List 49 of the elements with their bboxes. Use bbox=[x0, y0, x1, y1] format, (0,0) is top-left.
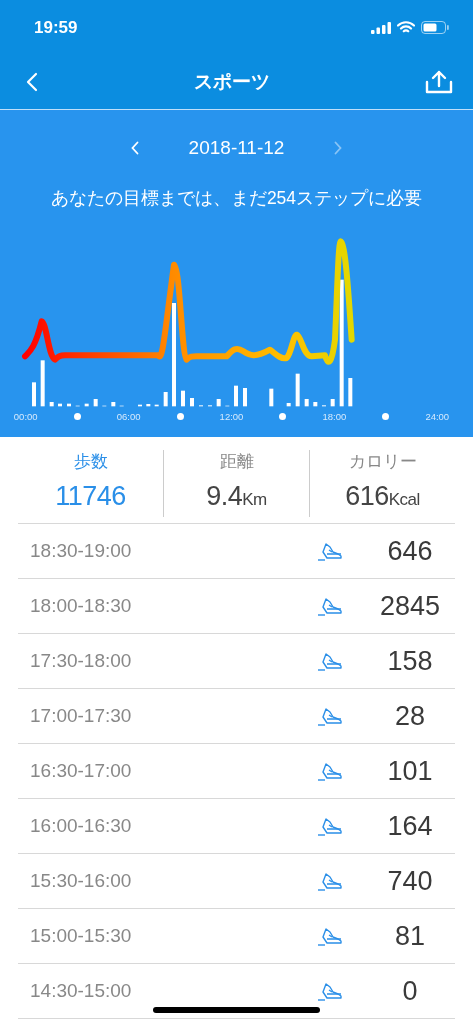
shoe-icon bbox=[317, 541, 343, 561]
goal-message: あなたの目標までは、まだ254ステップに必要 bbox=[50, 187, 423, 210]
step-count: 101 bbox=[386, 755, 434, 787]
time-range: 18:30-19:00 bbox=[29, 540, 133, 562]
step-count: 158 bbox=[386, 645, 434, 677]
step-count: 164 bbox=[386, 810, 434, 842]
date-label: 2018-11-12 bbox=[188, 137, 285, 159]
axis-dot-icon bbox=[73, 413, 81, 420]
shoe-icon bbox=[317, 981, 343, 1001]
axis-dot-icon bbox=[382, 413, 390, 420]
time-range: 17:30-18:00 bbox=[29, 650, 133, 672]
axis-label: 18:00 bbox=[322, 411, 347, 422]
stat-tab[interactable]: 歩数 11746 bbox=[18, 450, 163, 517]
axis-label: 12:00 bbox=[219, 411, 244, 422]
share-icon[interactable] bbox=[425, 70, 453, 94]
time-range: 17:00-17:30 bbox=[29, 705, 133, 727]
stat-tab[interactable]: カロリー 616Kcal bbox=[309, 450, 455, 517]
wifi-icon bbox=[397, 21, 415, 34]
time-range: 16:30-17:00 bbox=[29, 760, 133, 782]
axis-label: 00:00 bbox=[13, 411, 38, 422]
shoe-icon bbox=[317, 706, 343, 726]
step-count: 2845 bbox=[378, 590, 442, 622]
shoe-icon bbox=[317, 761, 343, 781]
time-range: 14:30-15:00 bbox=[29, 980, 133, 1002]
axis-dot-icon bbox=[176, 413, 184, 420]
previous-day-icon[interactable] bbox=[130, 141, 139, 155]
step-count: 81 bbox=[393, 920, 426, 952]
step-count: 646 bbox=[386, 535, 434, 567]
shoe-icon bbox=[317, 926, 343, 946]
step-count: 740 bbox=[386, 865, 434, 897]
time-range: 18:00-18:30 bbox=[29, 595, 133, 617]
axis-label: 24:00 bbox=[425, 411, 450, 422]
shoe-icon bbox=[317, 596, 343, 616]
axis-label: 06:00 bbox=[116, 411, 141, 422]
axis-dot-icon bbox=[279, 413, 287, 420]
shoe-icon bbox=[317, 816, 343, 836]
status-time: 19:59 bbox=[34, 17, 78, 38]
time-range: 15:30-16:00 bbox=[29, 870, 133, 892]
step-count: 28 bbox=[393, 700, 426, 732]
back-icon[interactable] bbox=[26, 72, 38, 92]
time-range: 15:00-15:30 bbox=[29, 925, 133, 947]
nav-title: スポーツ bbox=[193, 70, 270, 94]
shoe-icon bbox=[317, 871, 343, 891]
battery-icon bbox=[421, 21, 449, 34]
time-range: 16:00-16:30 bbox=[29, 815, 133, 837]
shoe-icon bbox=[317, 651, 343, 671]
stat-tab[interactable]: 距離 9.4Km bbox=[163, 450, 309, 517]
signal-icon bbox=[371, 21, 391, 34]
step-count: 0 bbox=[401, 975, 419, 1007]
